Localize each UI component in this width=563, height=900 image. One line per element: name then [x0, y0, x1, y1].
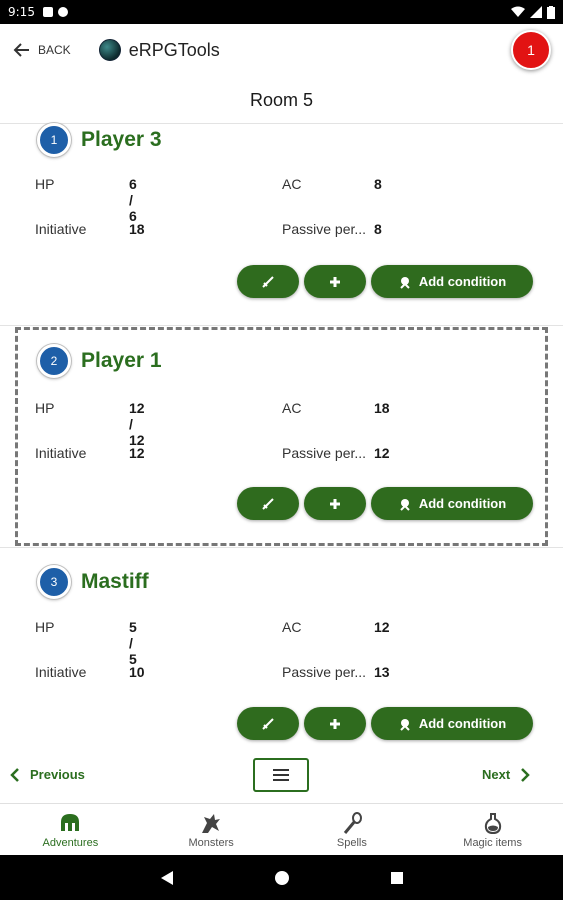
initiative-value: 10: [129, 664, 145, 680]
home-circle-icon[interactable]: [274, 870, 290, 886]
ac-label: AC: [282, 176, 302, 192]
menu-icon: [273, 769, 289, 781]
add-condition-label: Add condition: [418, 274, 507, 289]
sword-icon: [262, 497, 274, 510]
nav-spells[interactable]: Spells: [282, 804, 423, 855]
ac-value: 18: [374, 400, 390, 416]
sword-icon: [262, 275, 274, 288]
sword-icon: [262, 717, 274, 730]
passive-perception-label: Passive per...: [282, 221, 367, 237]
divider: [0, 547, 563, 548]
arrow-left-icon: [13, 43, 29, 57]
hp-value: 12 / 12: [129, 400, 145, 448]
notification-badge[interactable]: 1: [511, 30, 551, 70]
heal-button[interactable]: [304, 265, 366, 298]
initiative-label: Initiative: [35, 445, 87, 461]
turn-pager: Previous Next: [0, 758, 563, 794]
notification-status-icon: [42, 7, 53, 17]
system-navigation-bar: [0, 855, 563, 900]
active-combatant-card: 2 Player 1 HP 12 / 12 AC 18 Initiative 1…: [15, 327, 548, 546]
passive-perception-label: Passive per...: [282, 445, 367, 461]
condition-icon: [400, 276, 410, 289]
battery-icon: [547, 5, 555, 19]
helmet-icon: [61, 813, 80, 831]
nav-label: Adventures: [42, 836, 99, 849]
status-bar: 9:15: [0, 0, 563, 24]
divider: [0, 325, 563, 326]
status-time: 9:15: [8, 5, 35, 19]
initiative-label: Initiative: [35, 664, 87, 680]
hp-value: 5 / 5: [129, 619, 137, 667]
chevron-right-icon: [521, 767, 530, 782]
sync-status-icon: [57, 7, 68, 17]
hp-label: HP: [35, 176, 55, 192]
passive-perception-value: 12: [374, 445, 390, 461]
combatant-card: 1 Player 3 HP 6 / 6 AC 8 Initiative 18 P…: [0, 123, 563, 325]
add-condition-button[interactable]: Add condition: [371, 487, 533, 520]
wifi-icon: [511, 6, 525, 17]
menu-button[interactable]: [253, 758, 309, 792]
previous-button[interactable]: Previous: [10, 767, 85, 782]
nav-label: Magic items: [463, 836, 522, 849]
initiative-order-badge: 1: [37, 123, 71, 157]
heal-button[interactable]: [304, 707, 366, 740]
passive-perception-value: 8: [374, 221, 382, 237]
app-logo-icon: [98, 39, 121, 61]
heal-button[interactable]: [304, 487, 366, 520]
dragon-icon: [202, 813, 221, 833]
signal-icon: [530, 6, 542, 18]
combatant-name[interactable]: Player 1: [81, 349, 162, 373]
app-brand: eRPGTools: [98, 39, 220, 61]
attack-button[interactable]: [237, 487, 299, 520]
initiative-order-badge: 2: [37, 344, 71, 378]
ac-label: AC: [282, 400, 302, 416]
ac-value: 8: [374, 176, 382, 192]
page-title: Room 5: [249, 90, 314, 110]
passive-perception-value: 13: [374, 664, 390, 680]
nav-label: Monsters: [188, 836, 234, 849]
hp-label: HP: [35, 400, 55, 416]
attack-button[interactable]: [237, 265, 299, 298]
add-condition-label: Add condition: [418, 716, 507, 731]
initiative-value: 12: [129, 445, 145, 461]
condition-icon: [400, 498, 410, 511]
initiative-label: Initiative: [35, 221, 87, 237]
plus-icon: [330, 276, 340, 287]
add-condition-label: Add condition: [418, 496, 507, 511]
hp-label: HP: [35, 619, 55, 635]
combatant-card: 3 Mastiff HP 5 / 5 AC 12 Initiative 10 P…: [0, 565, 563, 745]
chevron-left-icon: [10, 767, 19, 782]
ac-label: AC: [282, 619, 302, 635]
recents-square-icon[interactable]: [390, 871, 404, 885]
plus-icon: [330, 498, 340, 509]
back-label: BACK: [38, 43, 71, 57]
initiative-value: 18: [129, 221, 145, 237]
combatant-name[interactable]: Player 3: [81, 128, 162, 152]
combatant-name[interactable]: Mastiff: [81, 570, 149, 594]
add-condition-button[interactable]: Add condition: [371, 265, 533, 298]
add-condition-button[interactable]: Add condition: [371, 707, 533, 740]
passive-perception-label: Passive per...: [282, 664, 367, 680]
app-bar: BACK eRPGTools 1: [0, 24, 563, 76]
back-button[interactable]: BACK: [12, 40, 71, 60]
bottom-navigation: Adventures Monsters Spells Magic items: [0, 803, 563, 855]
nav-magic-items[interactable]: Magic items: [422, 804, 563, 855]
back-triangle-icon[interactable]: [160, 870, 174, 886]
ac-value: 12: [374, 619, 390, 635]
initiative-order-badge: 3: [37, 565, 71, 599]
potion-icon: [484, 812, 501, 834]
nav-label: Spells: [336, 836, 367, 849]
attack-button[interactable]: [237, 707, 299, 740]
next-label: Next: [482, 767, 511, 782]
plus-icon: [330, 718, 340, 729]
next-button[interactable]: Next: [482, 767, 530, 782]
hp-value: 6 / 6: [129, 176, 137, 224]
app-title: eRPGTools: [128, 39, 220, 60]
previous-label: Previous: [30, 767, 85, 782]
condition-icon: [400, 718, 410, 731]
nav-adventures[interactable]: Adventures: [0, 804, 141, 855]
nav-monsters[interactable]: Monsters: [141, 804, 282, 855]
wand-icon: [343, 811, 362, 834]
